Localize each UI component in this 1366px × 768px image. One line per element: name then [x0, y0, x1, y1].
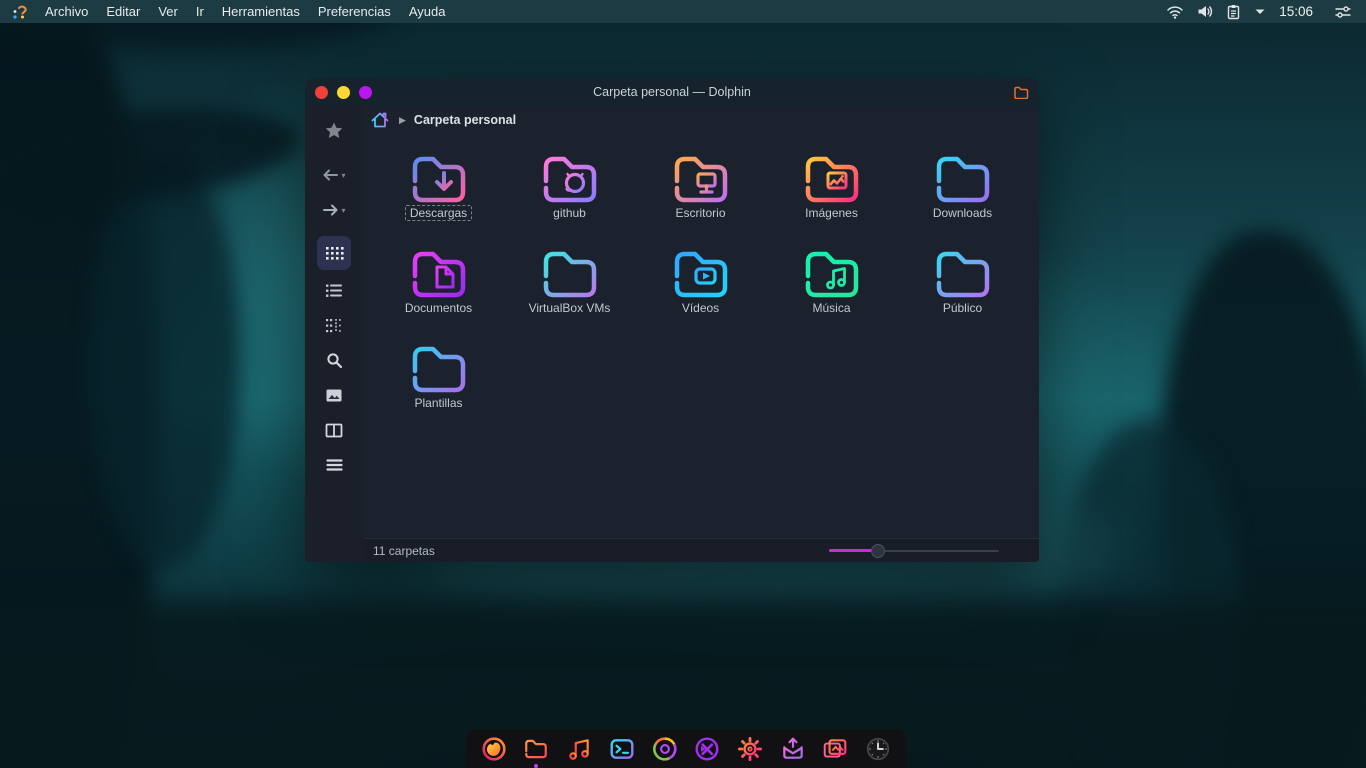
forward-button[interactable]: ▾: [317, 195, 351, 225]
folder-plantillas[interactable]: Plantillas: [373, 338, 504, 433]
dock-media-center-icon[interactable]: [692, 734, 722, 764]
dock-file-manager-icon[interactable]: [521, 734, 551, 768]
breadcrumb: ▶ Carpeta personal: [363, 106, 1039, 134]
clipboard-icon[interactable]: [1226, 4, 1241, 20]
window-controls: [315, 85, 372, 99]
global-menubar: Archivo Editar Ver Ir Herramientas Prefe…: [0, 0, 1366, 23]
distro-logo-icon[interactable]: [10, 3, 30, 21]
statusbar: 11 carpetas: [363, 538, 1039, 562]
folder-view[interactable]: Descargas github Escritorio Imágenes Dow…: [363, 134, 1039, 538]
icons-view-grid-icon: [325, 246, 344, 260]
dock-chromium-icon[interactable]: [650, 734, 680, 764]
preview-toggle-button[interactable]: [317, 380, 351, 410]
folder-github[interactable]: github: [504, 148, 635, 243]
folder-musica[interactable]: Música: [766, 243, 897, 338]
folder-label: Descargas: [404, 205, 473, 221]
folder-videos[interactable]: Vídeos: [635, 243, 766, 338]
window-title: Carpeta personal — Dolphin: [593, 85, 751, 99]
breadcrumb-location[interactable]: Carpeta personal: [414, 113, 516, 127]
back-button[interactable]: ▾: [317, 160, 351, 190]
github-emblem: [564, 172, 585, 194]
menu-preferencias[interactable]: Preferencias: [309, 0, 400, 23]
folder-descargas[interactable]: Descargas: [373, 148, 504, 243]
menu-archivo[interactable]: Archivo: [36, 0, 97, 23]
video-play-emblem: [693, 267, 717, 285]
folder-label: github: [553, 206, 586, 220]
hamburger-icon: [325, 459, 343, 471]
dock-music-player-icon[interactable]: [564, 734, 594, 764]
bookmark-star-icon[interactable]: [317, 115, 351, 145]
folder-label: Música: [812, 301, 851, 315]
zoom-slider-fill: [829, 548, 877, 552]
image-preview-icon: [326, 389, 342, 401]
titlebar[interactable]: Carpeta personal — Dolphin: [305, 78, 1039, 106]
running-indicator: [534, 763, 539, 768]
side-toolbar: ▾ ▾: [305, 106, 363, 562]
folder-label: VirtualBox VMs: [528, 301, 611, 315]
breadcrumb-separator-icon: ▶: [399, 114, 406, 125]
folder-label: Downloads: [932, 206, 993, 220]
folder-label: Plantillas: [414, 396, 463, 410]
clock-label[interactable]: 15:06: [1279, 4, 1313, 19]
zoom-slider[interactable]: [829, 543, 999, 558]
search-button[interactable]: [317, 345, 351, 375]
volume-icon[interactable]: [1197, 4, 1213, 19]
folder-escritorio[interactable]: Escritorio: [635, 148, 766, 243]
folder-imagenes[interactable]: Imágenes: [766, 148, 897, 243]
folder-label: Público: [942, 301, 983, 315]
monitor-emblem: [695, 172, 717, 194]
window-app-folder-icon: [1014, 86, 1029, 99]
wallpaper-tree-silhouette: [90, 150, 240, 570]
menu-ayuda[interactable]: Ayuda: [400, 0, 455, 23]
dock-terminal-icon[interactable]: [607, 734, 637, 764]
music-emblem: [825, 267, 846, 290]
menu-ver[interactable]: Ver: [149, 0, 187, 23]
folder-documentos[interactable]: Documentos: [373, 243, 504, 338]
folder-publico[interactable]: Público: [897, 243, 1028, 338]
items-count-label: 11 carpetas: [373, 543, 435, 558]
document-emblem: [435, 265, 454, 289]
menu-editar[interactable]: Editar: [97, 0, 149, 23]
maximize-button[interactable]: [359, 85, 372, 99]
folder-downloads[interactable]: Downloads: [897, 148, 1028, 243]
compact-view-button[interactable]: [317, 310, 351, 340]
dock: [466, 729, 906, 768]
menu-button[interactable]: [317, 450, 351, 480]
details-view-button[interactable]: [317, 275, 351, 305]
close-button[interactable]: [315, 85, 328, 99]
menu-ir[interactable]: Ir: [187, 0, 213, 23]
download-arrow-emblem: [434, 171, 453, 191]
dock-firefox-icon[interactable]: [479, 734, 509, 764]
dock-settings-icon[interactable]: [735, 734, 765, 764]
dock-photos-icon[interactable]: [820, 734, 850, 764]
minimize-button[interactable]: [337, 85, 350, 99]
folder-label: Vídeos: [681, 301, 720, 315]
menu-herramientas[interactable]: Herramientas: [213, 0, 309, 23]
forward-history-caret-icon[interactable]: ▾: [341, 206, 345, 215]
folder-label: Documentos: [404, 301, 473, 315]
back-history-caret-icon[interactable]: ▾: [341, 171, 345, 180]
folder-label: Imágenes: [805, 206, 858, 220]
home-icon[interactable]: [369, 110, 391, 130]
system-tray: 15:06: [1166, 4, 1356, 20]
chevron-down-icon[interactable]: [1254, 8, 1266, 16]
wifi-icon[interactable]: [1166, 4, 1184, 20]
search-icon: [326, 352, 342, 368]
dolphin-window: Carpeta personal — Dolphin ▾ ▾ ▶ Carpeta…: [305, 78, 1039, 562]
folder-label: Escritorio: [675, 206, 726, 220]
folder-virtualbox-vms[interactable]: VirtualBox VMs: [504, 243, 635, 338]
tweaks-sliders-icon[interactable]: [1334, 5, 1352, 19]
dock-share-mail-icon[interactable]: [778, 734, 808, 764]
desktop: Archivo Editar Ver Ir Herramientas Prefe…: [0, 0, 1366, 768]
icons-view-button[interactable]: [317, 236, 351, 270]
zoom-slider-handle[interactable]: [871, 543, 885, 558]
dock-clock-icon[interactable]: [863, 734, 893, 764]
image-emblem: [826, 171, 847, 190]
split-view-button[interactable]: [317, 415, 351, 445]
